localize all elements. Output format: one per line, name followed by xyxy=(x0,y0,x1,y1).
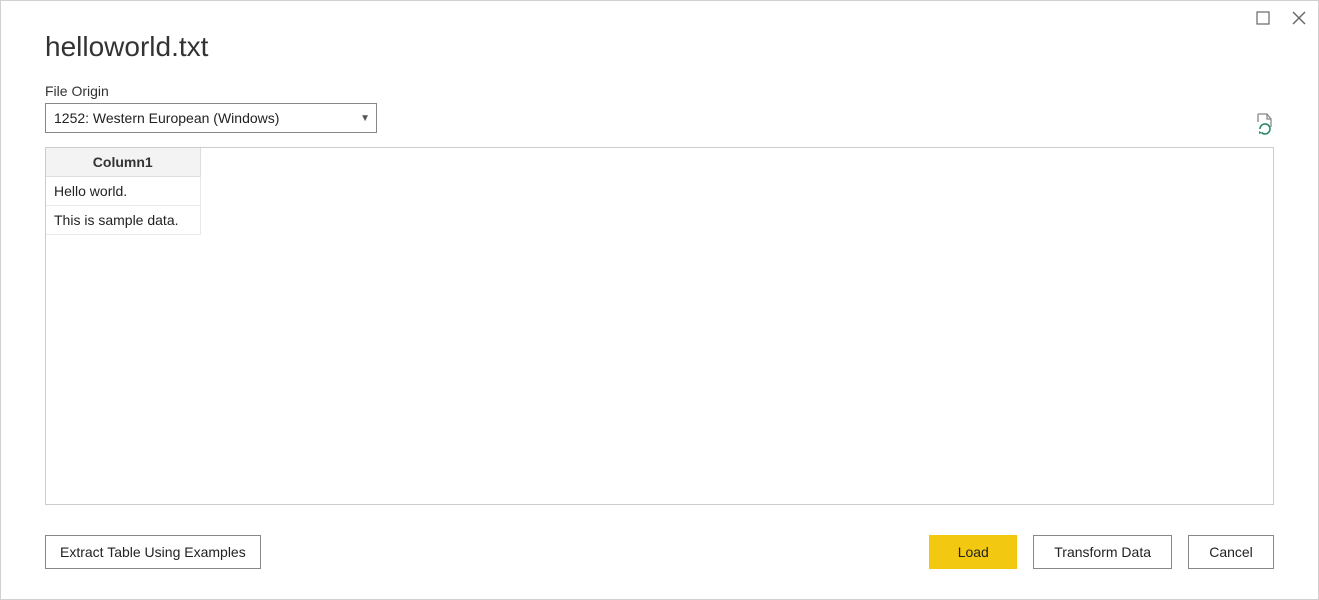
load-button[interactable]: Load xyxy=(929,535,1017,569)
file-origin-select[interactable]: 1252: Western European (Windows) ▼ xyxy=(45,103,377,133)
dialog-title: helloworld.txt xyxy=(45,31,1274,63)
table-cell[interactable]: This is sample data. xyxy=(46,206,200,235)
table-row: Hello world. xyxy=(46,177,200,206)
preview-table: Column1 Hello world. This is sample data… xyxy=(46,148,201,235)
chevron-down-icon: ▼ xyxy=(360,113,370,124)
cancel-button[interactable]: Cancel xyxy=(1188,535,1274,569)
transform-data-button[interactable]: Transform Data xyxy=(1033,535,1172,569)
file-origin-row: File Origin 1252: Western European (Wind… xyxy=(45,83,1274,133)
file-origin-value: 1252: Western European (Windows) xyxy=(54,110,279,126)
dialog-footer: Extract Table Using Examples Load Transf… xyxy=(45,535,1274,569)
refresh-preview-icon[interactable] xyxy=(1254,113,1274,133)
table-cell[interactable]: Hello world. xyxy=(46,177,200,206)
file-origin-label: File Origin xyxy=(45,83,377,99)
extract-table-button[interactable]: Extract Table Using Examples xyxy=(45,535,261,569)
import-preview-dialog: helloworld.txt File Origin 1252: Western… xyxy=(0,0,1319,600)
close-icon[interactable] xyxy=(1290,9,1308,27)
column-header[interactable]: Column1 xyxy=(46,148,200,177)
table-row: This is sample data. xyxy=(46,206,200,235)
data-preview-pane: Column1 Hello world. This is sample data… xyxy=(45,147,1274,505)
window-controls xyxy=(1254,9,1308,27)
maximize-icon[interactable] xyxy=(1254,9,1272,27)
footer-actions: Load Transform Data Cancel xyxy=(929,535,1274,569)
